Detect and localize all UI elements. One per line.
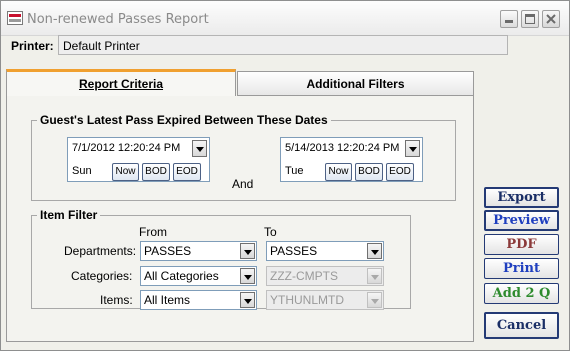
printer-label: Printer: bbox=[11, 39, 54, 53]
close-button[interactable] bbox=[542, 10, 560, 28]
categories-from-select[interactable]: All Categories bbox=[140, 266, 257, 286]
from-date-dropdown-button[interactable] bbox=[192, 140, 207, 157]
to-date-picker[interactable]: 5/14/2013 12:20:24 PM Tue Now BOD EOD bbox=[280, 137, 423, 182]
tab-additional-filters[interactable]: Additional Filters bbox=[237, 71, 474, 96]
item-filter-group: Item Filter From To Departments: PASSES … bbox=[31, 208, 411, 310]
items-from-select[interactable]: All Items bbox=[140, 290, 257, 310]
from-day-label: Sun bbox=[72, 165, 92, 177]
report-criteria-panel: Guest's Latest Pass Expired Between Thes… bbox=[6, 96, 474, 342]
report-icon bbox=[7, 11, 23, 25]
departments-from-select[interactable]: PASSES bbox=[140, 241, 257, 261]
to-now-button[interactable]: Now bbox=[325, 163, 352, 181]
chevron-down-icon bbox=[240, 243, 255, 259]
chevron-down-icon bbox=[367, 292, 382, 308]
departments-to-select[interactable]: PASSES bbox=[266, 241, 384, 261]
to-eod-button[interactable]: EOD bbox=[386, 163, 414, 181]
cancel-button[interactable]: Cancel bbox=[484, 312, 559, 339]
pdf-button[interactable]: PDF bbox=[484, 234, 559, 255]
to-header: To bbox=[264, 225, 277, 239]
departments-label: Departments: bbox=[64, 244, 137, 258]
tab-report-criteria[interactable]: Report Criteria bbox=[6, 69, 236, 96]
from-eod-button[interactable]: EOD bbox=[173, 163, 201, 181]
date-range-title: Guest's Latest Pass Expired Between Thes… bbox=[37, 113, 331, 127]
export-button[interactable]: Export bbox=[484, 187, 559, 208]
preview-button[interactable]: Preview bbox=[484, 210, 559, 231]
add-to-queue-button[interactable]: Add 2 Q bbox=[484, 283, 559, 304]
chevron-down-icon bbox=[367, 243, 382, 259]
categories-to-select: ZZZ-CMPTS bbox=[266, 266, 384, 286]
date-range-group: Guest's Latest Pass Expired Between Thes… bbox=[31, 113, 456, 201]
chevron-down-icon bbox=[240, 292, 255, 308]
and-label: And bbox=[232, 177, 254, 191]
from-date-picker[interactable]: 7/1/2012 12:20:24 PM Sun Now BOD EOD bbox=[67, 137, 210, 182]
from-now-button[interactable]: Now bbox=[112, 163, 139, 181]
chevron-down-icon bbox=[240, 268, 255, 284]
item-filter-title: Item Filter bbox=[37, 208, 101, 222]
items-to-select: YTHUNLMTD bbox=[266, 290, 384, 310]
items-label: Items: bbox=[100, 293, 133, 307]
tab-strip: Report Criteria Additional Filters bbox=[6, 69, 474, 96]
from-bod-button[interactable]: BOD bbox=[142, 163, 170, 181]
maximize-button[interactable] bbox=[521, 10, 539, 28]
close-icon bbox=[546, 14, 556, 24]
chevron-down-icon bbox=[367, 268, 382, 284]
title-bar[interactable]: Non-renewed Passes Report bbox=[1, 1, 569, 36]
to-bod-button[interactable]: BOD bbox=[355, 163, 383, 181]
from-header: From bbox=[139, 225, 167, 239]
to-day-label: Tue bbox=[285, 165, 304, 177]
minimize-button[interactable] bbox=[500, 10, 518, 28]
printer-field[interactable]: Default Printer bbox=[58, 35, 508, 55]
to-date-value: 5/14/2013 12:20:24 PM bbox=[285, 142, 400, 154]
from-date-value: 7/1/2012 12:20:24 PM bbox=[72, 142, 181, 154]
to-date-dropdown-button[interactable] bbox=[405, 140, 420, 157]
report-window: Non-renewed Passes Report Printer: Defau… bbox=[0, 0, 570, 351]
categories-label: Categories: bbox=[71, 269, 133, 283]
print-button[interactable]: Print bbox=[484, 258, 559, 279]
window-title: Non-renewed Passes Report bbox=[27, 12, 209, 27]
